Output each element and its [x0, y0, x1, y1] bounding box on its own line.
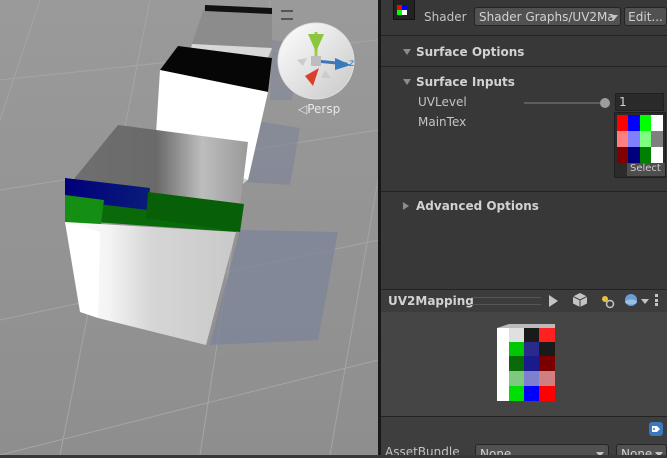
preview-light-icon[interactable]: [599, 293, 615, 309]
asset-bundle-dropdown[interactable]: None: [475, 444, 609, 455]
preview-area[interactable]: [381, 312, 667, 416]
foldout-surface-inputs[interactable]: Surface Inputs: [381, 72, 667, 92]
edit-shader-button-label: Edit...: [628, 10, 663, 24]
divider: [381, 191, 667, 192]
asset-bundle-label: AssetBundle: [385, 445, 460, 455]
foldout-arrow-icon: [403, 79, 411, 85]
shader-label: Shader: [424, 10, 467, 24]
texture-thumbnail: [617, 115, 663, 163]
chevron-down-icon: [641, 299, 649, 304]
asset-variant-dropdown[interactable]: None: [616, 444, 667, 455]
maintex-label: MainTex: [418, 115, 467, 129]
gizmo-z-label: z: [349, 58, 355, 69]
advanced-options-label: Advanced Options: [416, 199, 539, 213]
play-icon[interactable]: [549, 295, 558, 307]
preview-toolbar: UV2Mapping: [381, 289, 667, 313]
shader-dropdown[interactable]: Shader Graphs/UV2Ma: [474, 7, 621, 26]
foldout-arrow-icon: [403, 49, 411, 55]
preview-menu-icon[interactable]: [655, 294, 658, 306]
edit-shader-button[interactable]: Edit...: [624, 7, 667, 26]
divider: [381, 66, 667, 67]
asset-variant-value: None: [621, 447, 653, 455]
slider-track: [524, 102, 606, 104]
foldout-arrow-icon: [403, 202, 409, 210]
divider: [381, 35, 667, 36]
preview-sphere-dropdown[interactable]: [624, 293, 652, 309]
foldout-advanced-options[interactable]: Advanced Options: [381, 196, 667, 216]
uvlevel-label: UVLevel: [418, 95, 467, 109]
scene-handle-icon[interactable]: [281, 10, 293, 20]
shader-dropdown-value: Shader Graphs/UV2Ma: [479, 10, 615, 24]
chevron-down-icon: [610, 15, 618, 20]
camera-mode-label[interactable]: ◁Persp: [298, 102, 340, 116]
uvlevel-input[interactable]: 1: [615, 93, 664, 111]
tag-icon[interactable]: [649, 422, 663, 436]
uvlevel-value: 1: [619, 95, 627, 109]
scene-gizmo[interactable]: z: [275, 20, 357, 102]
surface-options-label: Surface Options: [416, 45, 525, 59]
slider-thumb[interactable]: [600, 98, 610, 108]
uvlevel-slider[interactable]: [524, 96, 610, 110]
preview-drag-handle[interactable]: [471, 297, 541, 305]
scene-view[interactable]: z ◁Persp: [0, 0, 379, 456]
asset-bundle-value: None: [480, 447, 512, 455]
texture-select-button[interactable]: Select: [627, 163, 665, 176]
inspector-panel: Shader Shader Graphs/UV2Ma Edit... Surfa…: [381, 0, 667, 455]
foldout-surface-options[interactable]: Surface Options: [381, 42, 667, 62]
footer-bar: AssetBundle None None: [381, 416, 667, 455]
surface-inputs-label: Surface Inputs: [416, 75, 515, 89]
material-thumbnail[interactable]: [393, 0, 415, 20]
maintex-texture-slot[interactable]: Select: [614, 112, 666, 178]
texture-select-label: Select: [630, 163, 661, 174]
preview-mesh-icon[interactable]: [572, 293, 588, 307]
preview-title: UV2Mapping: [388, 294, 474, 308]
preview-cube: [497, 324, 555, 401]
